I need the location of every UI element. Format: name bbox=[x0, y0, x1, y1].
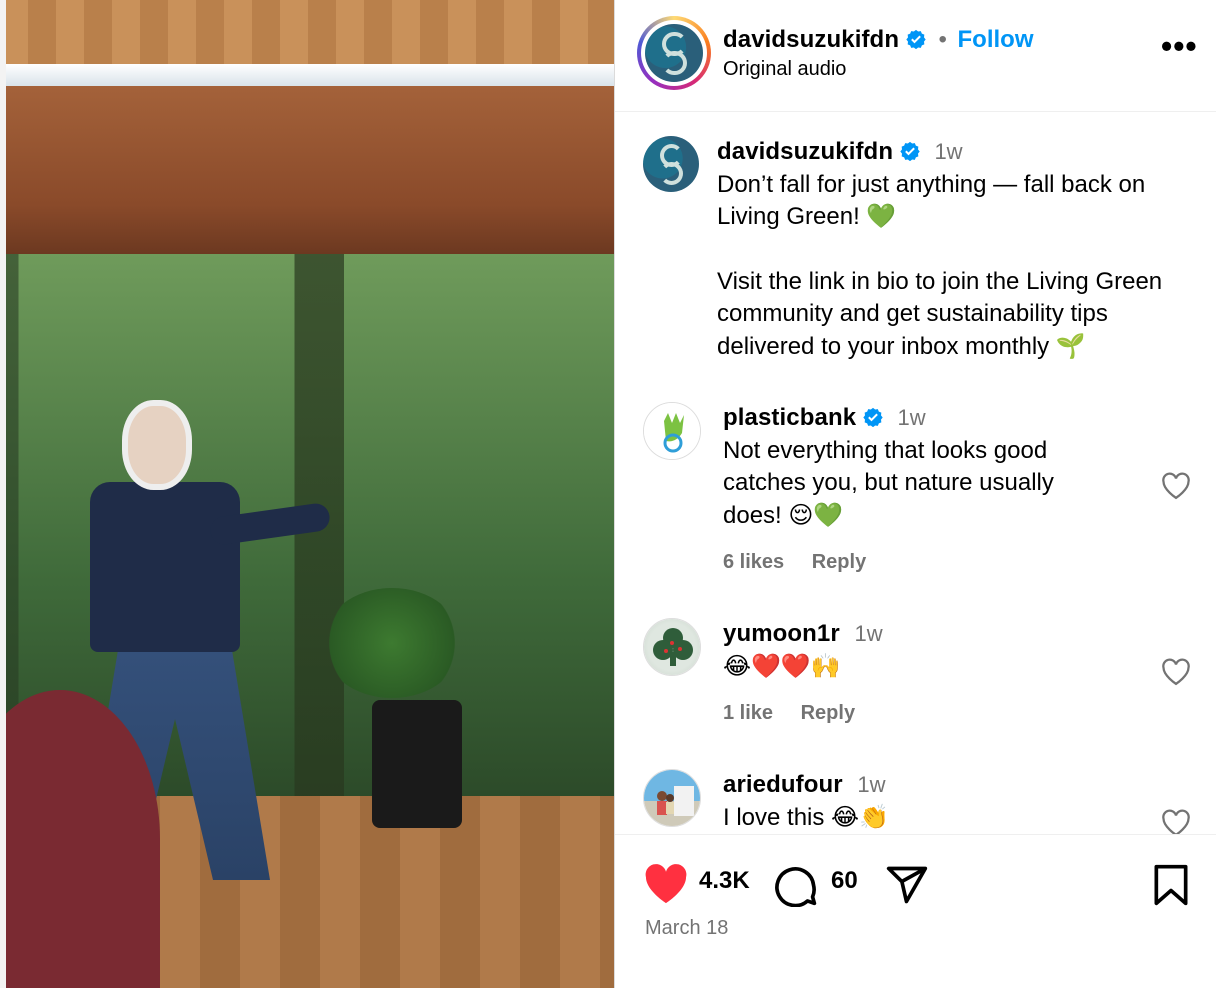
comment-text: I love this 😂👏 bbox=[723, 803, 889, 831]
comment-avatar[interactable] bbox=[643, 402, 701, 460]
comment-username[interactable]: ariedufour bbox=[723, 771, 843, 798]
header-name-row: davidsuzukifdn • Follow bbox=[723, 26, 1034, 54]
follow-button[interactable]: Follow bbox=[958, 26, 1034, 53]
ceiling-light bbox=[0, 64, 614, 86]
wood-beam bbox=[0, 86, 614, 256]
left-edge bbox=[0, 0, 6, 988]
post-date[interactable]: March 18 bbox=[645, 917, 728, 940]
post-side-panel: davidsuzukifdn • Follow Original audio •… bbox=[614, 0, 1216, 988]
comment-like-heart-icon[interactable] bbox=[1161, 658, 1191, 686]
comment-time[interactable]: 1w bbox=[857, 772, 885, 797]
comments-count[interactable]: 60 bbox=[831, 867, 858, 895]
account-avatar[interactable] bbox=[645, 24, 703, 82]
caption-text-line2: Visit the link in bio to join the Living… bbox=[717, 267, 1163, 360]
comment-time[interactable]: 1w bbox=[855, 621, 883, 646]
club-tree-avatar-icon bbox=[653, 628, 693, 666]
comment-text: Not everything that looks good catches y… bbox=[723, 436, 1054, 529]
comment-like-heart-icon[interactable] bbox=[1161, 809, 1191, 834]
comment-likes[interactable]: 6 likes bbox=[723, 551, 784, 573]
comment-username[interactable]: yumoon1r bbox=[723, 620, 840, 647]
verified-badge-icon bbox=[906, 29, 926, 49]
reply-button[interactable]: Reply bbox=[801, 702, 855, 724]
caption-time[interactable]: 1w bbox=[934, 139, 962, 164]
plasticbank-logo-icon bbox=[663, 413, 684, 453]
profile-photo-icon bbox=[657, 786, 694, 816]
caption-text-line1: Don’t fall for just anything — fall back… bbox=[717, 170, 1146, 231]
separator-dot: • bbox=[938, 26, 947, 53]
post-actions-bar: 4.3K 60 March 18 bbox=[615, 834, 1216, 988]
post-header: davidsuzukifdn • Follow Original audio •… bbox=[615, 0, 1216, 112]
caption-username[interactable]: davidsuzukifdn bbox=[717, 138, 893, 165]
share-icon[interactable] bbox=[885, 863, 929, 907]
post-video[interactable] bbox=[0, 0, 614, 988]
head bbox=[122, 400, 192, 490]
comment-avatar[interactable] bbox=[643, 769, 701, 827]
comment-item: ariedufour 1w I love this 😂👏 bbox=[643, 769, 1203, 834]
verified-badge-icon bbox=[900, 141, 920, 161]
comment-text: 😂❤️❤️🙌 bbox=[723, 652, 841, 680]
account-username[interactable]: davidsuzukifdn bbox=[723, 26, 899, 53]
reply-button[interactable]: Reply bbox=[812, 551, 866, 573]
comment-likes[interactable]: 1 like bbox=[723, 702, 773, 724]
potted-plant bbox=[322, 588, 462, 698]
audio-label[interactable]: Original audio bbox=[723, 58, 846, 81]
likes-count[interactable]: 4.3K bbox=[699, 867, 750, 895]
plant-stand bbox=[372, 700, 462, 828]
comment-meta: 6 likes Reply bbox=[723, 546, 1113, 579]
shirt bbox=[90, 482, 240, 652]
comment-avatar[interactable] bbox=[643, 618, 701, 676]
caption-avatar[interactable] bbox=[643, 136, 699, 192]
comment-like-heart-icon[interactable] bbox=[1161, 472, 1191, 500]
like-heart-icon[interactable] bbox=[643, 863, 689, 905]
comment-item: yumoon1r 1w 😂❤️❤️🙌 1 like Reply bbox=[643, 618, 1203, 738]
comment-time[interactable]: 1w bbox=[898, 405, 926, 430]
bookmark-icon[interactable] bbox=[1151, 863, 1191, 907]
comment-username[interactable]: plasticbank bbox=[723, 404, 856, 431]
comment-meta: 1 like Reply bbox=[723, 697, 1113, 730]
verified-badge-icon bbox=[863, 407, 883, 427]
comment-item: plasticbank 1w Not everything that looks… bbox=[643, 402, 1203, 582]
more-options-button[interactable]: ••• bbox=[1161, 30, 1197, 62]
comment-icon[interactable] bbox=[775, 863, 819, 907]
comments-scroll-area[interactable]: davidsuzukifdn 1w Don’t fall for just an… bbox=[615, 112, 1216, 834]
